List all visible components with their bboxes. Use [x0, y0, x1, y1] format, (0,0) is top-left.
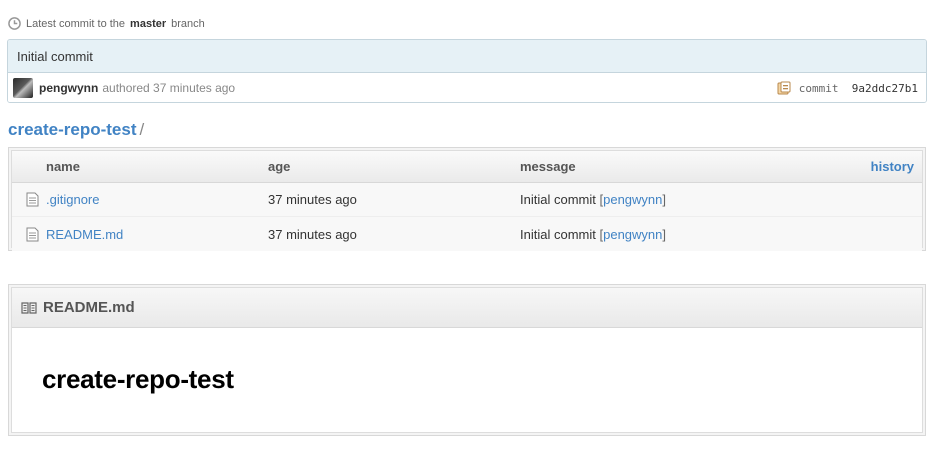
file-table: name age message history .gitignore 37 m… [8, 147, 926, 251]
breadcrumb: create-repo-test / [8, 120, 144, 140]
commit-author[interactable]: pengwynn [39, 81, 98, 95]
latest-commit-prefix: Latest commit to the [26, 17, 126, 30]
commit-meta: pengwynn authored 37 minutes ago commit … [8, 73, 926, 102]
header-message: message [520, 159, 576, 174]
file-link-readme[interactable]: README.md [46, 227, 123, 242]
file-link-gitignore[interactable]: .gitignore [46, 192, 99, 207]
avatar[interactable] [13, 78, 33, 98]
latest-commit-bar: Latest commit to the master branch [8, 17, 205, 30]
clipboard-icon[interactable] [777, 81, 791, 95]
commit-box: Initial commit pengwynn authored 37 minu… [7, 39, 927, 103]
commit-message-text[interactable]: Initial commit [520, 227, 596, 242]
header-age: age [268, 159, 291, 174]
header-name: name [46, 159, 80, 174]
file-age: 37 minutes ago [268, 192, 357, 207]
commit-author-link[interactable]: pengwynn [603, 192, 662, 207]
branch-name: master [130, 17, 167, 30]
table-header: name age message history [12, 151, 922, 183]
readme-filename: README.md [43, 299, 135, 316]
readme-body: create-repo-test [12, 328, 922, 395]
clock-icon [8, 17, 21, 30]
file-commit-message: Initial commit [pengwynn] [520, 192, 667, 207]
file-icon [26, 192, 38, 207]
commit-label: commit [798, 81, 839, 95]
file-age: 37 minutes ago [268, 226, 357, 242]
book-icon [21, 301, 37, 314]
file-commit-message: Initial commit [pengwynn] [520, 226, 667, 242]
authored-time: authored 37 minutes ago [102, 81, 236, 95]
repo-link[interactable]: create-repo-test [8, 120, 137, 139]
file-icon [26, 227, 38, 241]
commit-message[interactable]: Initial commit [8, 40, 926, 73]
commit-message-text[interactable]: Initial commit [520, 192, 596, 207]
commit-sha: 9a2ddc27b1 [851, 81, 918, 95]
breadcrumb-separator: / [139, 120, 145, 139]
table-row: .gitignore 37 minutes ago Initial commit… [12, 183, 922, 217]
history-link[interactable]: history [871, 159, 914, 174]
commit-author-link[interactable]: pengwynn [603, 227, 662, 242]
commit-sha-link[interactable]: commit 9a2ddc27b1 [799, 82, 918, 95]
readme-heading: create-repo-test [42, 364, 234, 394]
latest-commit-suffix: branch [171, 17, 205, 30]
readme-header: README.md [12, 288, 922, 328]
table-row: README.md 37 minutes ago Initial commit … [12, 217, 922, 251]
readme-panel: README.md create-repo-test [8, 284, 926, 436]
